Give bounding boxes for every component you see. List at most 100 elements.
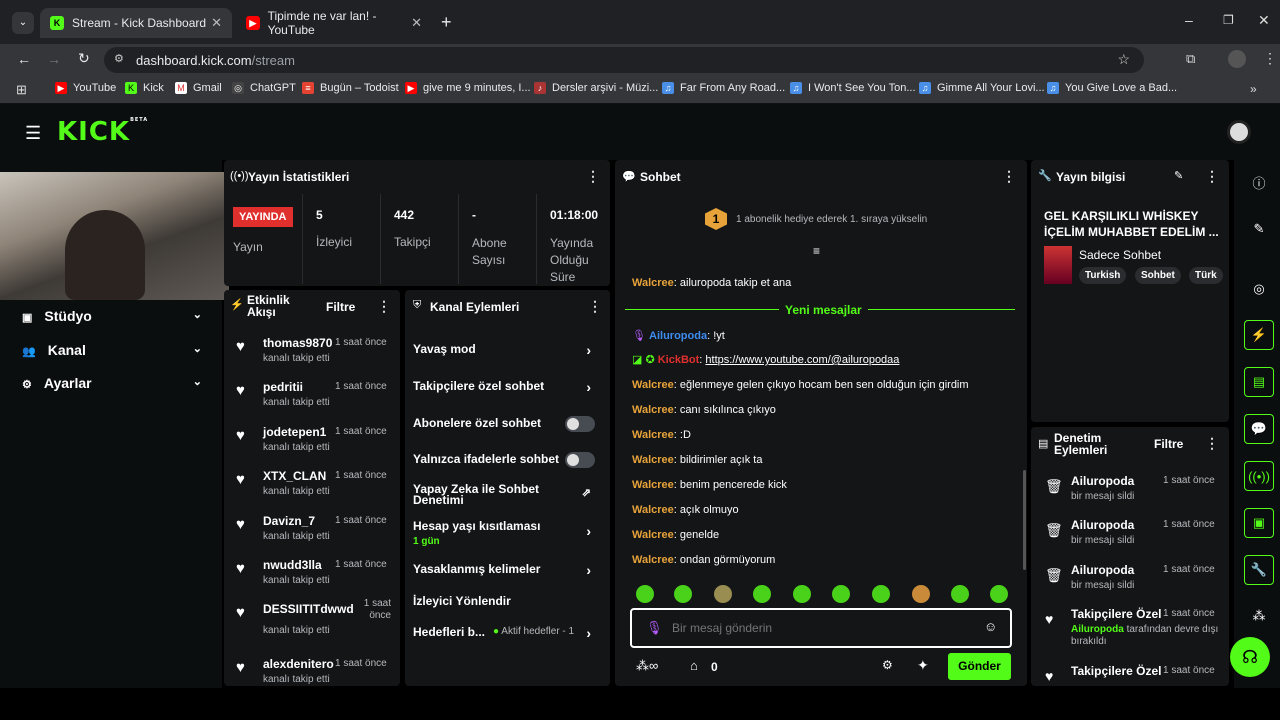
emote-icon[interactable] [912, 585, 930, 603]
chat-username[interactable]: Ailuropoda [649, 330, 707, 342]
activity-username[interactable]: nwudd3lla [263, 558, 322, 572]
apps-grid-icon[interactable]: ⊞ [16, 82, 27, 98]
tag-pill[interactable]: Sohbet [1135, 267, 1181, 284]
extensions-icon[interactable]: ⧉ [1186, 51, 1195, 67]
emote-icon[interactable] [793, 585, 811, 603]
activity-username[interactable]: Davizn_7 [263, 514, 315, 528]
emote-menu-icon[interactable]: ✦ [917, 657, 929, 674]
moderation-subject[interactable]: Ailuropoda [1071, 518, 1134, 532]
tag-pill[interactable]: Turkish [1079, 267, 1127, 284]
emote-icon[interactable] [753, 585, 771, 603]
chat-scrollbar[interactable] [1023, 470, 1026, 570]
nav-item-channel[interactable]: 👥 Kanal ⌄ [22, 342, 202, 360]
channel-actions-menu-icon[interactable]: ⋮ [588, 298, 602, 315]
emoji-picker-icon[interactable]: ☺ [984, 619, 997, 634]
activity-username[interactable]: DESSIITITdwwd [263, 602, 354, 616]
bookmark-song-3[interactable]: ♫ Gimme All Your Lovi... [919, 82, 1045, 94]
camera-icon[interactable]: ◎ [1244, 274, 1274, 304]
chat-username[interactable]: Walcree [632, 277, 674, 289]
edit-panel-icon[interactable]: ✎ [1244, 214, 1274, 244]
bookmark-todoist[interactable]: ≡ Bugün – Todoist [302, 82, 399, 94]
stats-menu-icon[interactable]: ⋮ [586, 168, 600, 185]
activity-username[interactable]: jodetepen1 [263, 425, 326, 439]
emote-icon[interactable] [872, 585, 890, 603]
chat-username[interactable]: Walcree [632, 404, 674, 416]
account-age-row[interactable]: Hesap yaşı kısıtlaması 1 gün › [413, 519, 603, 547]
category-name[interactable]: Sadece Sohbet [1079, 248, 1161, 262]
bookmark-chatgpt[interactable]: ◎ ChatGPT [232, 82, 296, 94]
bookmark-kick[interactable]: K Kick [125, 82, 164, 94]
chat-username[interactable]: Walcree [632, 529, 674, 541]
chat-link[interactable]: https://www.youtube.com/@ailuropodaa [705, 354, 899, 366]
moderation-filter-button[interactable]: Filtre [1154, 437, 1183, 451]
moderation-subject[interactable]: Ailuropoda [1071, 474, 1134, 488]
maximize-button[interactable]: ❐ [1223, 13, 1234, 27]
slow-mode-row[interactable]: Yavaş mod › [413, 342, 603, 358]
emote-icon[interactable] [714, 585, 732, 603]
bookmark-gmail[interactable]: M Gmail [175, 82, 222, 94]
nav-item-settings[interactable]: ⚙ Ayarlar ⌄ [22, 375, 202, 393]
forward-icon[interactable]: → [47, 51, 61, 67]
store-icon[interactable]: ⌂ [690, 658, 698, 673]
back-icon[interactable]: ← [17, 51, 31, 67]
close-tab-icon[interactable]: ✕ [411, 15, 422, 31]
emote-icon[interactable] [674, 585, 692, 603]
kick-logo[interactable]: KICKBETA [57, 117, 148, 147]
reload-icon[interactable]: ↻ [78, 50, 90, 67]
moderation-subject[interactable]: Takipçilere Özel [1071, 607, 1162, 621]
tab-youtube[interactable]: ▶ Tipimde ne var lan! - YouTube ✕ [236, 8, 432, 38]
notes-panel-icon[interactable]: ▤ [1244, 367, 1274, 397]
send-button[interactable]: Gönder [948, 653, 1011, 680]
banned-words-row[interactable]: Yasaklanmış kelimeler › [413, 562, 603, 578]
chat-username[interactable]: Walcree [632, 504, 674, 516]
chat-username[interactable]: Walcree [632, 554, 674, 566]
chat-username[interactable]: Walcree [632, 454, 674, 466]
tag-pill[interactable]: Türk [1189, 267, 1223, 284]
close-tab-icon[interactable]: ✕ [211, 15, 222, 31]
activity-username[interactable]: pedritii [263, 380, 303, 394]
chat-settings-icon[interactable]: ⚙ [882, 658, 893, 672]
emote-icon[interactable] [990, 585, 1008, 603]
close-window-button[interactable]: ✕ [1258, 12, 1270, 29]
bookmark-song-2[interactable]: ♫ I Won't See You Ton... [790, 82, 916, 94]
bookmark-song-1[interactable]: ♫ Far From Any Road... [662, 82, 785, 94]
activity-filter-button[interactable]: Filtre [326, 300, 355, 314]
hamburger-menu-icon[interactable]: ☰ [25, 123, 41, 144]
gift-prompt[interactable]: 1 abonelik hediye ederek 1. sıraya yükse… [736, 214, 927, 225]
emotes-only-row[interactable]: Yalnızca ifadelerle sohbet [413, 452, 603, 468]
activity-username[interactable]: XTX_CLAN [263, 469, 326, 483]
stream-info-menu-icon[interactable]: ⋮ [1205, 168, 1219, 185]
address-bar[interactable]: ⚙ dashboard.kick.com/stream ☆ [104, 47, 1144, 73]
chat-username[interactable]: KickBot [658, 354, 700, 366]
microphone-icon[interactable]: 🎙 [646, 620, 663, 636]
moderation-menu-icon[interactable]: ⋮ [1205, 435, 1219, 452]
bookmark-song-4[interactable]: ♫ You Give Love a Bad... [1047, 82, 1177, 94]
moderation-panel-icon[interactable]: ▣ [1244, 508, 1274, 538]
minimize-button[interactable]: – [1185, 12, 1193, 28]
pinned-toggle-icon[interactable]: ≡ [813, 244, 820, 258]
activity-panel-icon[interactable]: ⚡ [1244, 320, 1274, 350]
tab-kick-dashboard[interactable]: K Stream - Kick Dashboard ✕ [40, 8, 232, 38]
wrench-panel-icon[interactable]: 🔧 [1244, 555, 1274, 585]
chat-menu-icon[interactable]: ⋮ [1002, 168, 1016, 185]
bookmark-youtube[interactable]: ▶ YouTube [55, 82, 116, 94]
info-icon[interactable]: ⓘ [1244, 167, 1274, 197]
chat-panel-icon[interactable]: 💬 [1244, 414, 1274, 444]
browser-menu-icon[interactable]: ⋮ [1263, 50, 1277, 67]
followers-only-row[interactable]: Takipçilere özel sohbet › [413, 379, 603, 395]
emote-icon[interactable] [636, 585, 654, 603]
new-tab-button[interactable]: + [441, 12, 452, 33]
add-widget-icon[interactable]: ⁂ [1244, 601, 1274, 631]
nav-item-studio[interactable]: ▣ Stüdyo ⌄ [22, 308, 202, 326]
chat-username[interactable]: Walcree [632, 429, 674, 441]
subscribers-only-toggle[interactable] [565, 416, 595, 432]
activity-username[interactable]: alexdenitero [263, 657, 334, 671]
chat-username[interactable]: Walcree [632, 479, 674, 491]
bookmark-dersler[interactable]: ♪ Dersler arşivi - Müzi... [534, 82, 658, 94]
bookmark-youtube-video[interactable]: ▶ give me 9 minutes, I... [405, 82, 531, 94]
activity-username[interactable]: thomas9870 [263, 336, 332, 350]
ai-moderation-row[interactable]: Yapay Zeka ile Sohbet Denetimi ⇗ [413, 483, 603, 510]
emote-icon[interactable] [832, 585, 850, 603]
chat-input[interactable]: 🎙 ☺ [630, 608, 1012, 648]
subscribers-only-row[interactable]: Abonelere özel sohbet [413, 416, 603, 432]
